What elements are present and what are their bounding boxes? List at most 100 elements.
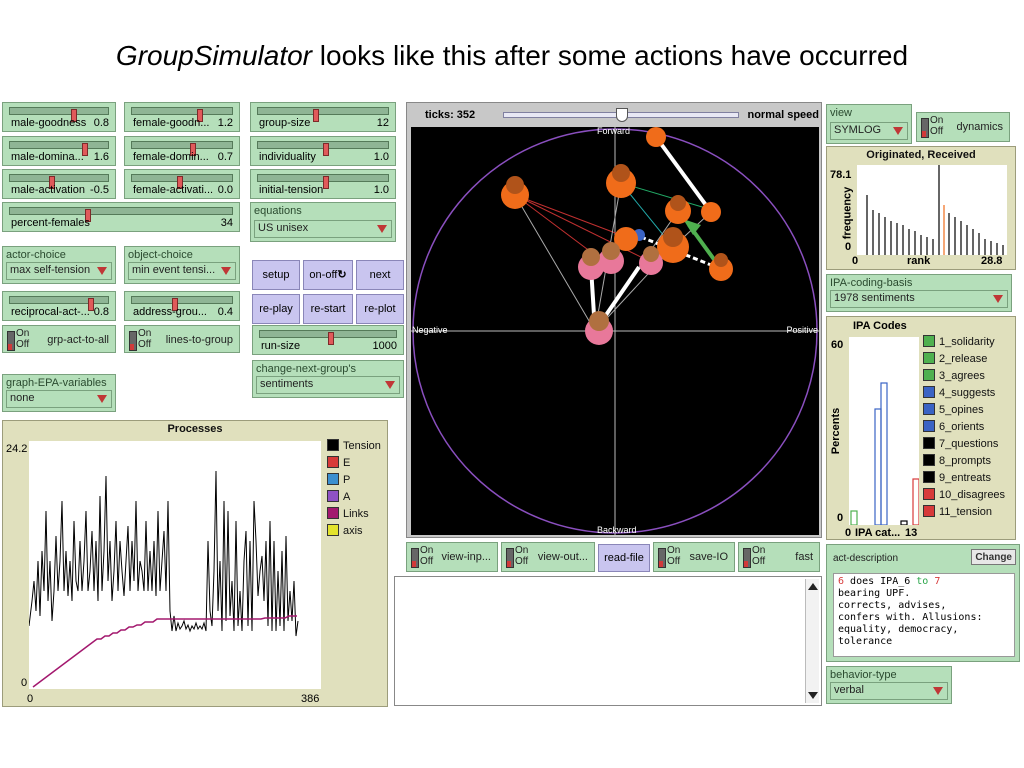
processes-plot-area xyxy=(28,441,321,689)
toggle-icon[interactable] xyxy=(411,548,419,568)
legend-item: P xyxy=(327,473,350,486)
toggle-icon[interactable] xyxy=(921,118,929,138)
world-view-frame: ticks: 352 normal speed Forward Backward… xyxy=(406,102,822,538)
address-group-slider[interactable]: address-grou... 0.4 xyxy=(124,291,240,321)
legend-item: E xyxy=(327,456,350,469)
dropdown-arrow-icon xyxy=(97,267,107,275)
slider-knob[interactable] xyxy=(323,176,329,189)
view-select[interactable]: SYMLOG xyxy=(830,122,908,140)
speed-slider[interactable] xyxy=(503,108,739,122)
read-file-button[interactable]: read-file xyxy=(598,544,650,572)
legend-item: 11_tension xyxy=(923,505,992,518)
dropdown-arrow-icon xyxy=(97,395,107,403)
grp-act-to-all-switch[interactable]: On Off grp-act-to-all xyxy=(2,325,116,353)
act-description-text[interactable]: 6 does IPA_6 to 7 bearing UPF. corrects,… xyxy=(833,573,1015,657)
legend-item: Links xyxy=(327,507,369,520)
x-min-label: 0 xyxy=(845,527,852,539)
actor-choice-chooser[interactable]: actor-choice max self-tension xyxy=(2,246,116,284)
scroll-up-icon[interactable] xyxy=(808,583,818,590)
links-line xyxy=(32,615,297,688)
graph-epa-select[interactable]: none xyxy=(6,390,112,408)
toggle-icon[interactable] xyxy=(743,548,751,568)
change-button[interactable]: Change xyxy=(971,549,1016,565)
view-inputs-switch[interactable]: On Off view-inp... xyxy=(406,542,498,572)
world-canvas[interactable]: Forward Backward Negative Positive xyxy=(411,126,819,535)
axis-label-forward: Forward xyxy=(597,126,631,136)
graph-epa-chooser[interactable]: graph-EPA-variables none xyxy=(2,374,116,412)
toggle-icon[interactable] xyxy=(7,331,15,351)
legend-item: 6_orients xyxy=(923,420,984,433)
y-axis-label: Percents xyxy=(830,407,843,455)
slider-knob[interactable] xyxy=(312,109,319,122)
scroll-down-icon[interactable] xyxy=(808,692,818,699)
ipa-plot-title: IPA Codes xyxy=(853,320,907,332)
view-outputs-switch[interactable]: On Off view-out... xyxy=(501,542,595,572)
save-io-switch[interactable]: On Off save-IO xyxy=(653,542,735,572)
male-goodness-slider[interactable]: male-goodness 0.8 xyxy=(2,102,116,132)
forever-icon: ↻ xyxy=(337,269,347,281)
y-min-label: 0 xyxy=(837,512,844,524)
originated-plot-area xyxy=(857,165,1007,255)
lines-to-group-switch[interactable]: On Off lines-to-group xyxy=(124,325,240,353)
behavior-type-select[interactable]: verbal xyxy=(830,682,948,700)
behavior-type-chooser[interactable]: behavior-type verbal xyxy=(826,666,952,704)
male-activation-slider[interactable]: male-activation -0.5 xyxy=(2,169,116,199)
slide-title: GroupSimulator looks like this after som… xyxy=(0,40,1024,72)
axis-label-backward: Backward xyxy=(597,525,637,535)
percent-females-slider[interactable]: percent-females 34 xyxy=(2,202,240,232)
re-start-button[interactable]: re-start xyxy=(303,294,353,324)
view-chooser[interactable]: view SYMLOG xyxy=(826,104,912,144)
dynamics-switch[interactable]: On Off dynamics xyxy=(916,112,1010,142)
y-max-label: 60 xyxy=(831,339,844,351)
object-choice-select[interactable]: min event tensi... xyxy=(128,262,236,280)
re-plot-button[interactable]: re-plot xyxy=(356,294,404,324)
female-activation-slider[interactable]: female-activati... 0.0 xyxy=(124,169,240,199)
ipa-coding-basis-chooser[interactable]: IPA-coding-basis 1978 sentiments xyxy=(826,274,1012,312)
re-play-button[interactable]: re-play xyxy=(252,294,300,324)
ipa-coding-basis-select[interactable]: 1978 sentiments xyxy=(830,290,1008,308)
slider-knob[interactable] xyxy=(328,332,334,345)
output-area[interactable] xyxy=(394,576,822,706)
toggle-icon[interactable] xyxy=(506,548,514,568)
dropdown-arrow-icon xyxy=(377,225,387,233)
tension-line xyxy=(28,470,299,637)
on-off-button[interactable]: on-off↻ xyxy=(303,260,353,290)
legend-item: 2_release xyxy=(923,352,987,365)
next-button[interactable]: next xyxy=(356,260,404,290)
speed-slider-thumb[interactable] xyxy=(616,108,628,122)
legend-item: 4_suggests xyxy=(923,386,995,399)
actor-choice-select[interactable]: max self-tension xyxy=(6,262,112,280)
legend-item: 10_disagrees xyxy=(923,488,1005,501)
equations-chooser[interactable]: equations US unisex xyxy=(250,202,396,242)
reciprocal-act-slider[interactable]: reciprocal-act-... 0.8 xyxy=(2,291,116,321)
speed-label: normal speed xyxy=(747,109,819,121)
object-choice-chooser[interactable]: object-choice min event tensi... xyxy=(124,246,240,284)
change-next-group-select[interactable]: sentiments xyxy=(256,376,400,394)
x-max-label: 386 xyxy=(301,693,320,705)
act-description-panel: act-description Change 6 does IPA_6 to 7… xyxy=(826,544,1020,662)
y-axis-label: frequency xyxy=(841,186,854,240)
group-size-slider[interactable]: group-size 12 xyxy=(250,102,396,132)
female-goodness-slider[interactable]: female-goodn... 1.2 xyxy=(124,102,240,132)
change-next-group-chooser[interactable]: change-next-group's sentiments xyxy=(252,360,404,398)
female-dominance-slider[interactable]: female-domin... 0.7 xyxy=(124,136,240,166)
dropdown-arrow-icon xyxy=(993,295,1003,303)
x-axis-label: IPA cat... xyxy=(855,527,901,539)
run-size-slider[interactable]: run-size 1000 xyxy=(252,325,404,355)
setup-button[interactable]: setup xyxy=(252,260,300,290)
x-axis-label: rank xyxy=(907,255,931,267)
equations-select[interactable]: US unisex xyxy=(254,220,392,238)
output-scrollbar[interactable] xyxy=(805,579,819,703)
slider-knob[interactable] xyxy=(323,143,329,156)
originated-received-plot: Originated, Received 78.1 0 0 rank 28.8 … xyxy=(826,146,1016,270)
slide-title-rest: looks like this after some actions have … xyxy=(312,40,909,71)
x-min-label: 0 xyxy=(852,255,859,267)
legend-item: 3_agrees xyxy=(923,369,985,382)
fast-switch[interactable]: On Off fast xyxy=(738,542,820,572)
legend-item: 8_prompts xyxy=(923,454,991,467)
individuality-slider[interactable]: individuality 1.0 xyxy=(250,136,396,166)
initial-tension-slider[interactable]: initial-tension 1.0 xyxy=(250,169,396,199)
toggle-icon[interactable] xyxy=(658,548,666,568)
toggle-icon[interactable] xyxy=(129,331,137,351)
male-dominance-slider[interactable]: male-domina... 1.6 xyxy=(2,136,116,166)
